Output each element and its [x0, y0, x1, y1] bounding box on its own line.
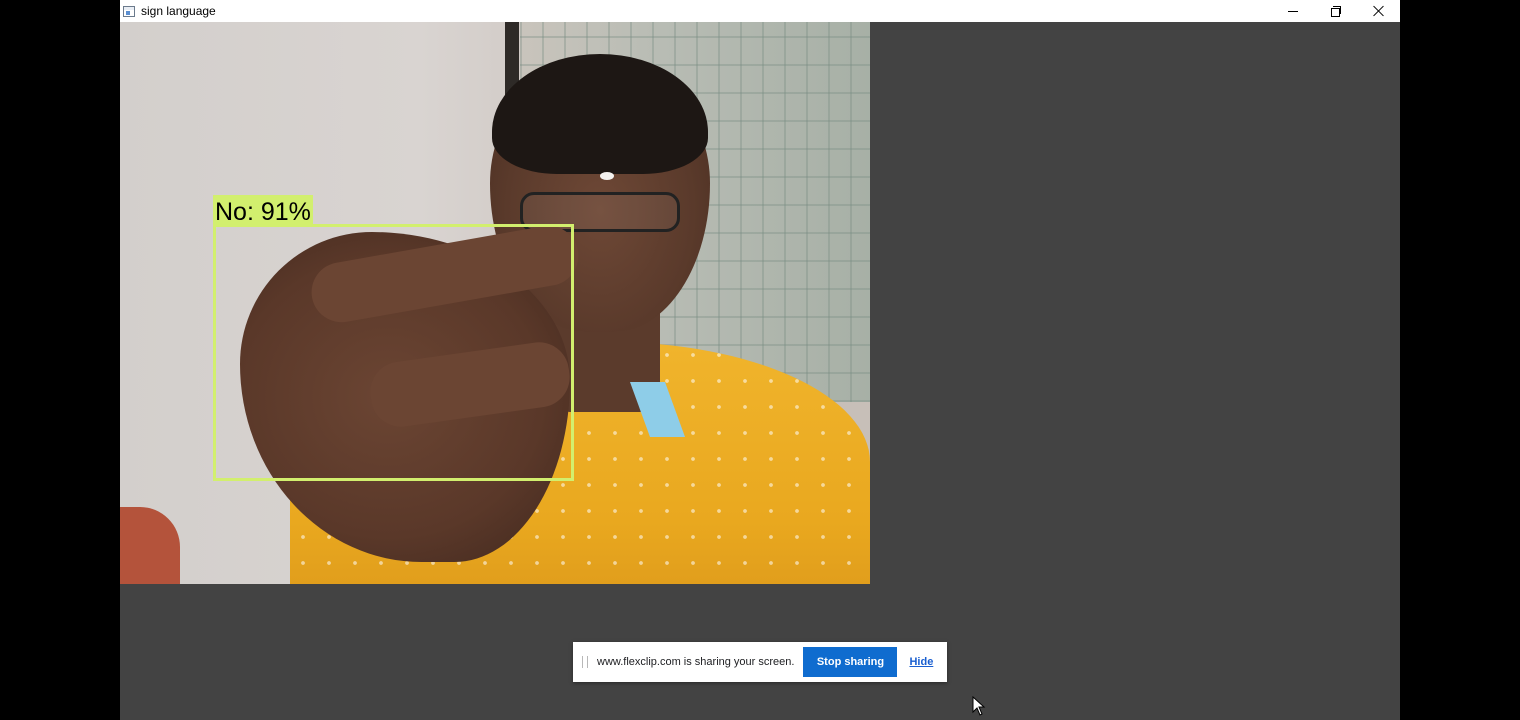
minimize-button[interactable] [1271, 0, 1314, 22]
close-icon [1373, 5, 1385, 17]
restore-button[interactable] [1314, 0, 1357, 22]
restore-icon [1330, 6, 1341, 17]
mouse-pointer-icon [972, 696, 986, 716]
detection-bounding-box [213, 224, 574, 481]
detection-label: No: 91% [213, 195, 313, 225]
minimize-icon [1287, 10, 1298, 12]
hide-link[interactable]: Hide [909, 656, 933, 668]
webcam-feed: No: 91% [120, 22, 870, 584]
window-controls [1271, 0, 1400, 22]
drag-handle-icon[interactable] [582, 656, 588, 668]
forehead-mark [600, 172, 614, 180]
app-window: sign language No: 91% www.flexclip.com i… [120, 0, 1400, 720]
title-bar[interactable]: sign language [120, 0, 1400, 22]
close-button[interactable] [1357, 0, 1400, 22]
chair [120, 507, 180, 584]
share-message: www.flexclip.com is sharing your screen. [597, 656, 795, 668]
stop-sharing-button[interactable]: Stop sharing [803, 647, 898, 677]
app-window-icon [123, 5, 135, 17]
window-title: sign language [141, 4, 216, 18]
screen-share-banner: www.flexclip.com is sharing your screen.… [573, 642, 947, 682]
